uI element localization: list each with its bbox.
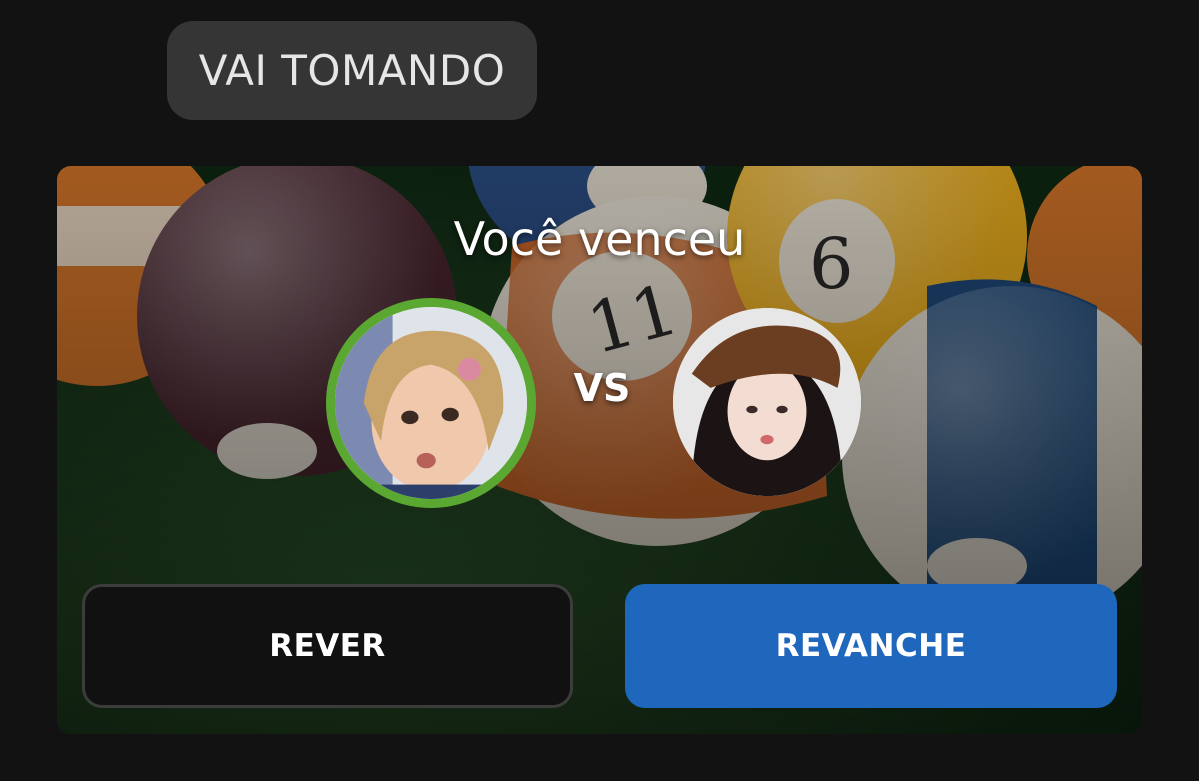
result-title: Você venceu bbox=[453, 212, 746, 266]
opponent-avatar[interactable] bbox=[673, 308, 861, 496]
result-card: 11 6 Você venceu bbox=[57, 166, 1142, 734]
rematch-button[interactable]: REVANCHE bbox=[625, 584, 1117, 708]
versus-label: VS bbox=[573, 366, 631, 410]
match-result-screen: VAI TOMANDO Você venceu VS REVER REVANCH… bbox=[0, 0, 1199, 781]
replay-button[interactable]: REVER bbox=[82, 584, 573, 708]
opponent-portrait-image bbox=[673, 308, 861, 496]
winner-avatar[interactable] bbox=[326, 298, 536, 508]
winner-portrait-image bbox=[335, 307, 527, 499]
header-chip[interactable]: VAI TOMANDO bbox=[167, 21, 537, 120]
